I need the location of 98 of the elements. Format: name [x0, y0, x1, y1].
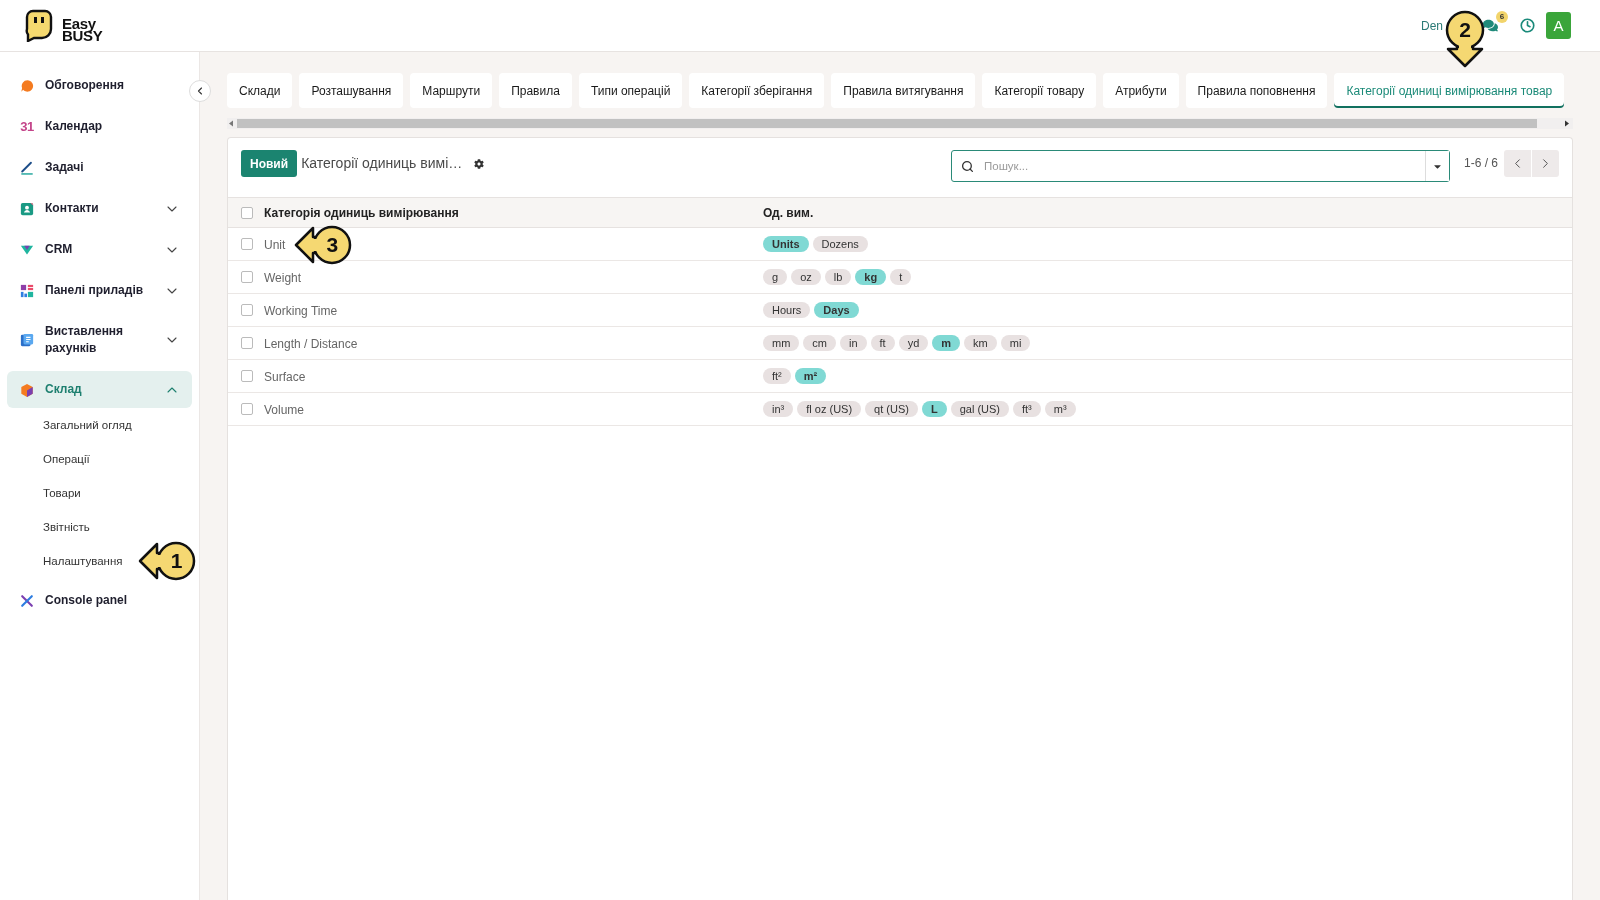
logo-text: Easy — [62, 18, 96, 30]
row-checkbox[interactable] — [241, 238, 253, 250]
step-callout: 3 — [294, 224, 353, 266]
search-icon — [960, 159, 974, 173]
unit-tag: lb — [824, 269, 852, 285]
tab[interactable]: Розташування — [299, 73, 404, 108]
unit-tag: ft² — [763, 368, 791, 384]
nav-item[interactable]: Console panel — [7, 582, 192, 619]
unit-tag: in³ — [763, 401, 794, 417]
settings-icon[interactable] — [474, 158, 485, 169]
search-options-button[interactable] — [1424, 151, 1449, 181]
unit-tag: mm — [763, 335, 800, 351]
unit-tag: yd — [898, 335, 929, 351]
unit-tag: cm — [803, 335, 836, 351]
tab[interactable]: Категорії товару — [982, 73, 1097, 108]
tab[interactable]: Правила поповнення — [1185, 73, 1328, 108]
unit-tag: in — [840, 335, 867, 351]
unit-tag: t — [890, 269, 912, 285]
calendar-icon: 31 — [20, 119, 34, 134]
step-callout: 1 — [138, 540, 197, 582]
tab[interactable]: Маршрути — [410, 73, 493, 108]
row-checkbox[interactable] — [241, 271, 253, 283]
scrollbar-thumb[interactable] — [237, 119, 1537, 128]
nav-item[interactable]: 31 Календар — [7, 108, 192, 145]
category-name: Unit — [264, 238, 286, 252]
scroll-left-icon[interactable] — [228, 120, 234, 127]
contact-card-icon — [20, 201, 34, 216]
row-checkbox[interactable] — [241, 337, 253, 349]
previous-page-button[interactable] — [1504, 150, 1531, 177]
select-all-checkbox[interactable] — [241, 206, 253, 219]
scroll-right-icon[interactable] — [1564, 120, 1570, 127]
column-header[interactable]: Од. вим. — [763, 205, 1572, 220]
unit-tag: oz — [791, 269, 821, 285]
tab[interactable]: Типи операцій — [578, 73, 683, 108]
dashboard-icon — [20, 283, 34, 298]
category-name: Working Time — [264, 304, 338, 318]
chat-icon[interactable] — [1483, 18, 1498, 33]
horizontal-scrollbar[interactable] — [227, 118, 1573, 129]
nav-item[interactable]: Виставлення рахунків — [7, 313, 192, 367]
unit-tag: Hours — [763, 302, 811, 318]
row-checkbox[interactable] — [241, 403, 253, 415]
category-name: Length / Distance — [264, 337, 358, 351]
category-name: Weight — [264, 271, 302, 285]
notification-count: 6 — [1496, 11, 1508, 23]
unit-tag: Days — [814, 302, 859, 318]
category-name: Surface — [264, 370, 306, 384]
user-name[interactable]: Den — [1421, 18, 1443, 33]
tab[interactable]: Правила — [499, 73, 572, 108]
nav-item[interactable]: Контакти — [7, 190, 192, 227]
column-header[interactable]: Категорія одиниць вимірювання — [264, 205, 763, 220]
nav-subitem[interactable]: Звітність — [43, 520, 90, 534]
clock-icon[interactable] — [1520, 18, 1535, 33]
unit-tag: m³ — [1044, 401, 1076, 417]
unit-tag: g — [763, 269, 788, 285]
unit-tag: fl oz (US) — [797, 401, 862, 417]
pencil-icon — [20, 160, 34, 175]
unit-tag: Units — [763, 236, 809, 252]
row-checkbox[interactable] — [241, 304, 253, 316]
logo-icon — [25, 9, 53, 42]
nav-subitem[interactable]: Налаштування — [43, 554, 123, 568]
unit-tag: kg — [855, 269, 887, 285]
pager-text: 1-6 / 6 — [1463, 155, 1498, 172]
search-bar[interactable]: Пошук... — [950, 150, 1450, 182]
new-button[interactable]: Новий — [241, 150, 298, 177]
unit-tag: km — [964, 335, 997, 351]
unit-tag: qt (US) — [865, 401, 918, 417]
unit-tag: ft³ — [1013, 401, 1041, 417]
view-title: Категорії одиниць вимі… — [301, 154, 463, 173]
unit-tag: ft — [870, 335, 895, 351]
row-checkbox[interactable] — [241, 370, 253, 382]
hexagon-icon — [20, 382, 34, 397]
nav-item[interactable]: Задачі — [7, 149, 192, 186]
unit-tag: gal (US) — [950, 401, 1009, 417]
tab[interactable]: Склади — [227, 73, 293, 108]
unit-tag: L — [921, 401, 947, 417]
tab[interactable]: Атрибути — [1103, 73, 1179, 108]
tab[interactable]: Категорії одиниці вимірювання товар — [1334, 73, 1565, 108]
tab[interactable]: Правила витягування — [831, 73, 976, 108]
collapse-sidebar-button[interactable] — [189, 80, 211, 102]
nav-subitem[interactable]: Загальний огляд — [43, 418, 132, 432]
unit-tag: Dozens — [812, 236, 868, 252]
unit-tag: m — [932, 335, 961, 351]
nav-subitem[interactable]: Операції — [43, 452, 90, 466]
unit-tag: mi — [1000, 335, 1031, 351]
nav-item[interactable]: Панелі приладів — [7, 272, 192, 309]
nav-item[interactable]: Обговорення — [7, 67, 192, 104]
chat-bubble-icon — [20, 78, 34, 93]
nav-item[interactable]: CRM — [7, 231, 192, 268]
unit-tag: m² — [794, 368, 827, 384]
invoice-icon — [20, 333, 34, 347]
nav-subitem[interactable]: Товари — [43, 486, 81, 500]
crossed-tools-icon — [20, 593, 34, 608]
tab[interactable]: Категорії зберігання — [689, 73, 825, 108]
category-name: Volume — [264, 403, 305, 417]
search-input[interactable]: Пошук... — [979, 151, 1425, 181]
nav-item[interactable]: Склад — [7, 371, 192, 408]
logo-text: BUSY — [62, 30, 103, 42]
next-page-button[interactable] — [1532, 150, 1559, 177]
